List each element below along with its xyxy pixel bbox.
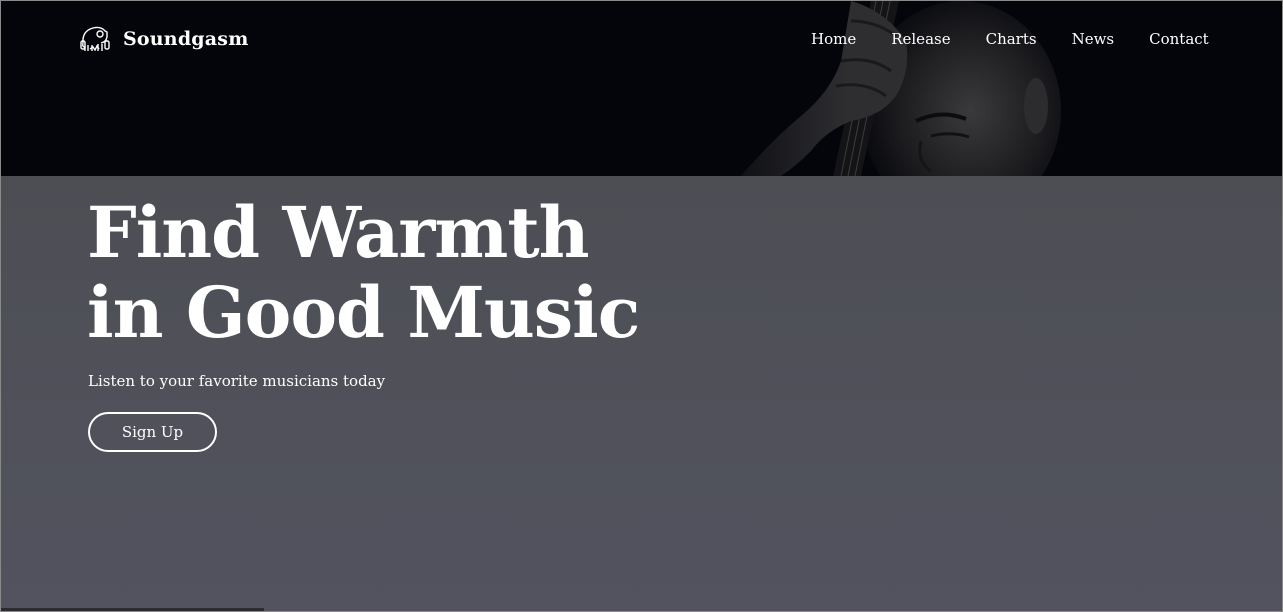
musician-photo [701, 1, 1282, 176]
nav-contact[interactable]: Contact [1149, 30, 1209, 48]
nav-charts[interactable]: Charts [986, 30, 1037, 48]
headline-line-2: in Good Music [87, 271, 640, 354]
main-nav: Home Release Charts News Contact [811, 30, 1209, 48]
brand-name: Soundgasm [123, 28, 249, 50]
bottom-bar [1, 608, 264, 611]
nav-news[interactable]: News [1072, 30, 1115, 48]
page: Soundgasm Home Release Charts News Conta… [0, 0, 1283, 612]
nav-release[interactable]: Release [891, 30, 950, 48]
elephant-headphones-icon [80, 26, 110, 52]
headline-line-1: Find Warmth [87, 191, 590, 274]
hero-subline: Listen to your favorite musicians today [88, 372, 386, 390]
hero-headline: Find Warmth in Good Music [87, 191, 640, 354]
nav-home[interactable]: Home [811, 30, 856, 48]
brand-link[interactable]: Soundgasm [79, 23, 249, 55]
sign-up-button[interactable]: Sign Up [88, 412, 217, 452]
